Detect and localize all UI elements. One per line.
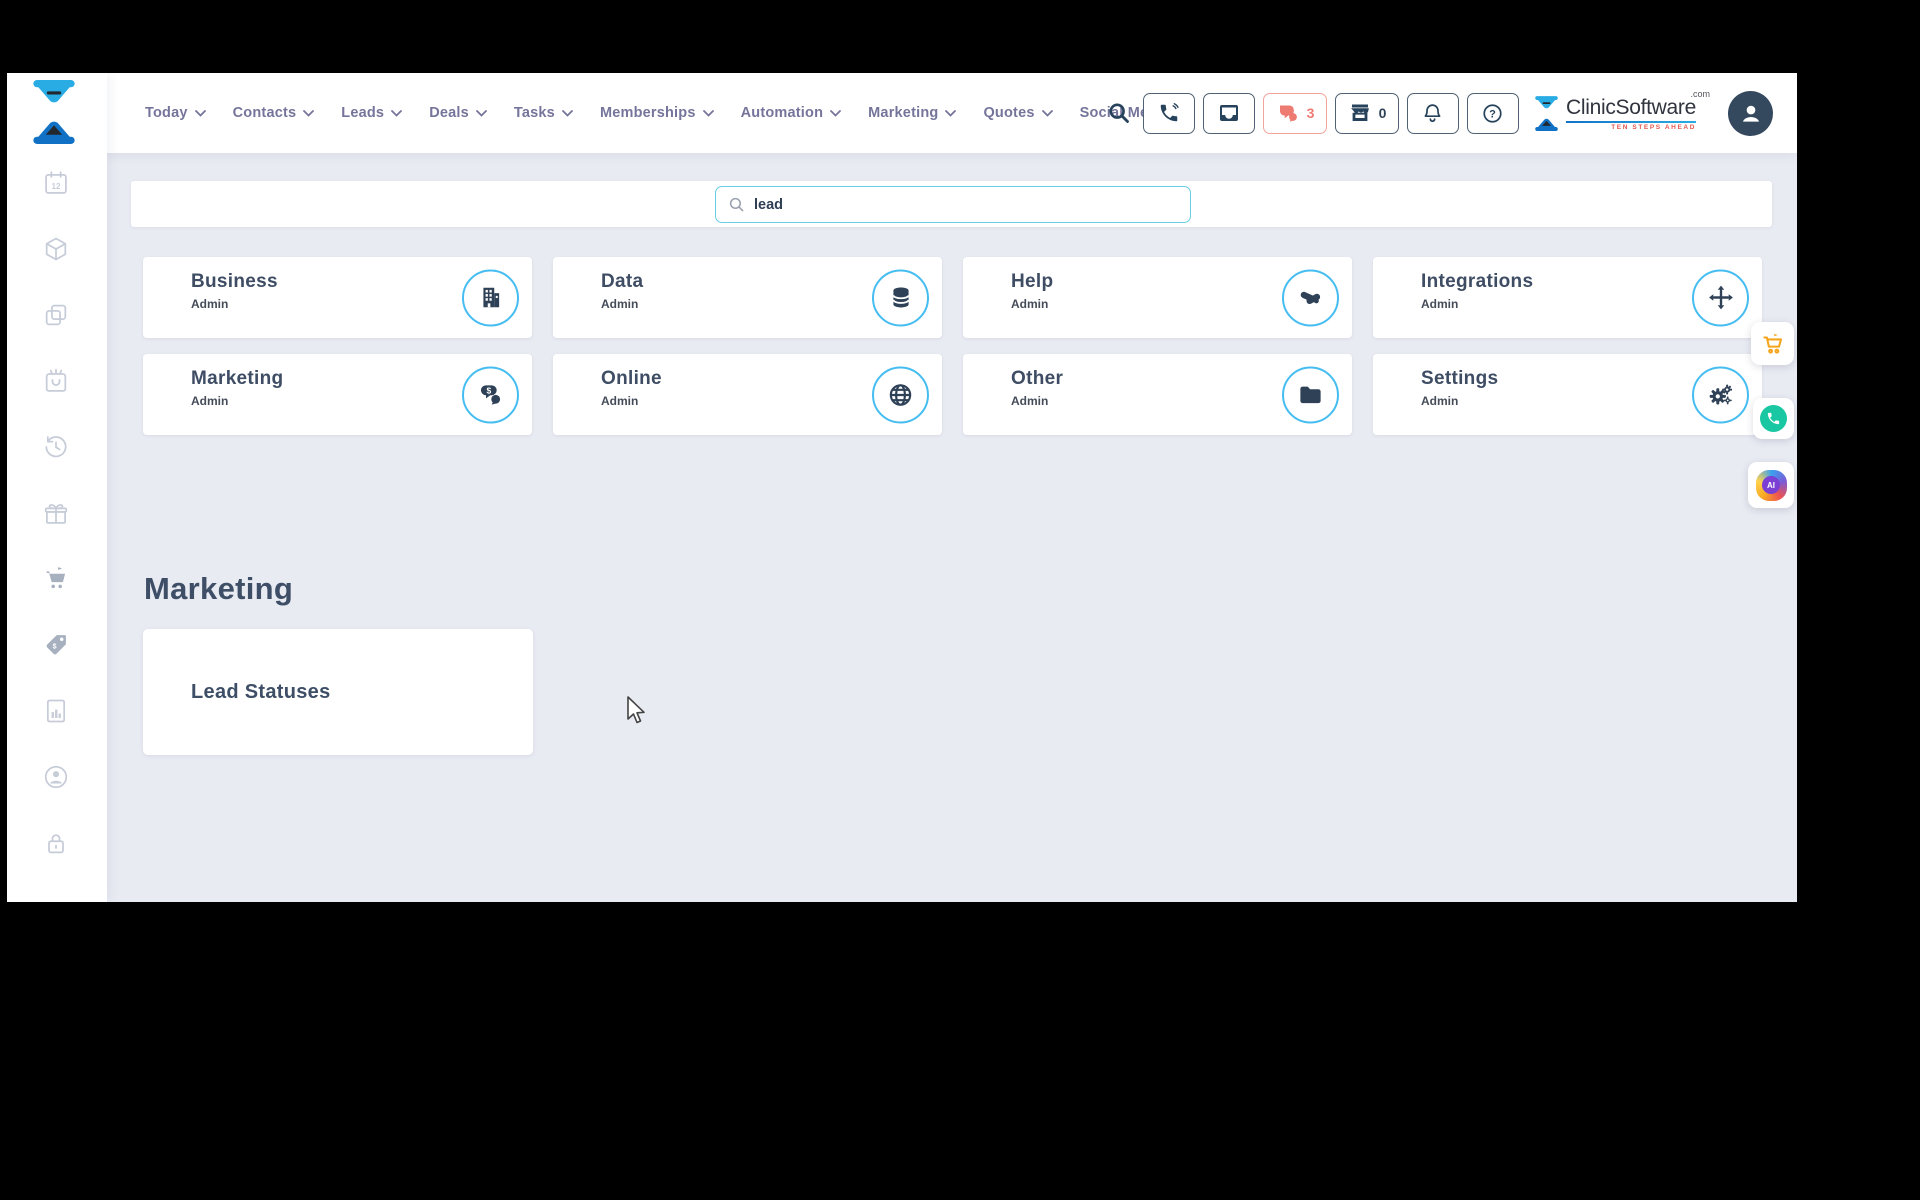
database-icon bbox=[891, 287, 910, 308]
lead-statuses-card[interactable]: Lead Statuses bbox=[143, 629, 533, 755]
mouse-cursor bbox=[627, 696, 645, 724]
move-arrows-icon bbox=[1708, 285, 1733, 310]
card-online[interactable]: Online Admin bbox=[553, 354, 942, 435]
chevron-down-icon bbox=[702, 109, 714, 117]
whatsapp-widget-button[interactable] bbox=[1753, 398, 1794, 439]
chevron-down-icon bbox=[194, 109, 206, 117]
gears-icon bbox=[1709, 384, 1733, 404]
cart-icon[interactable] bbox=[40, 563, 72, 595]
card-business[interactable]: Business Admin bbox=[143, 257, 532, 338]
gift-icon[interactable] bbox=[40, 497, 72, 529]
copy-icon[interactable] bbox=[40, 299, 72, 331]
nav-item-leads[interactable]: Leads bbox=[341, 105, 403, 121]
ai-label: AI bbox=[1762, 476, 1780, 494]
chevron-down-icon bbox=[945, 109, 957, 117]
price-tags-icon[interactable]: $ bbox=[40, 629, 72, 661]
account-icon[interactable] bbox=[40, 761, 72, 793]
handshake-icon bbox=[1300, 291, 1321, 304]
calendar-12-icon[interactable]: 12 bbox=[40, 167, 72, 199]
order-calendar-icon[interactable] bbox=[40, 365, 72, 397]
card-other[interactable]: Other Admin bbox=[963, 354, 1352, 435]
card-marketing[interactable]: Marketing Admin $ bbox=[143, 354, 532, 435]
nav-item-quotes[interactable]: Quotes bbox=[983, 105, 1053, 121]
chevron-down-icon bbox=[830, 109, 842, 117]
building-icon bbox=[482, 287, 499, 308]
chat-count-badge: 3 bbox=[1306, 105, 1315, 121]
app-logo-hourglass bbox=[33, 80, 75, 144]
brand-logo[interactable]: ClinicSoftware .com TEN STEPS AHEAD bbox=[1533, 89, 1710, 132]
search-input[interactable] bbox=[754, 196, 1154, 213]
chat-icon bbox=[1279, 105, 1297, 122]
folder-icon bbox=[1300, 386, 1321, 403]
ai-widget-button[interactable]: AI bbox=[1748, 462, 1794, 508]
brand-tagline: TEN STEPS AHEAD bbox=[1611, 123, 1696, 131]
search-icon bbox=[729, 197, 744, 212]
nav-item-marketing[interactable]: Marketing bbox=[868, 105, 957, 121]
brand-underline bbox=[1565, 120, 1696, 123]
admin-cards-grid: Business Admin Data Admin Help Admin Int… bbox=[143, 257, 1763, 435]
section-title: Marketing bbox=[144, 571, 294, 606]
store-count-badge: 0 bbox=[1378, 105, 1387, 121]
chevron-down-icon bbox=[303, 109, 315, 117]
chevron-down-icon bbox=[562, 109, 573, 117]
inbox-icon bbox=[1219, 105, 1238, 121]
card-settings[interactable]: Settings Admin bbox=[1373, 354, 1762, 435]
app-window: Today Contacts Leads Deals Tasks Members… bbox=[7, 73, 1797, 902]
header-actions: 3 0 ? ClinicSoftware .com TEN STEPS AHEA… bbox=[1107, 73, 1773, 153]
package-icon[interactable] bbox=[40, 233, 72, 265]
top-nav-bar: Today Contacts Leads Deals Tasks Members… bbox=[7, 73, 1797, 153]
nav-item-tasks[interactable]: Tasks bbox=[514, 105, 573, 121]
nav-item-memberships[interactable]: Memberships bbox=[600, 105, 714, 121]
svg-text:$: $ bbox=[486, 385, 491, 395]
notifications-button[interactable] bbox=[1406, 92, 1459, 134]
chevron-down-icon bbox=[475, 109, 487, 117]
help-icon: ? bbox=[1483, 103, 1503, 123]
hourglass-logo-icon bbox=[1535, 95, 1558, 131]
whatsapp-icon bbox=[1760, 405, 1787, 432]
phone-button[interactable] bbox=[1142, 92, 1195, 134]
left-sidebar: 12 $ bbox=[7, 73, 107, 902]
brand-tld: .com bbox=[1690, 88, 1710, 99]
search-icon[interactable] bbox=[1107, 101, 1131, 125]
card-integrations[interactable]: Integrations Admin bbox=[1373, 257, 1762, 338]
search-toolbar bbox=[131, 181, 1772, 227]
user-avatar[interactable] bbox=[1728, 90, 1773, 136]
svg-text:$: $ bbox=[53, 644, 57, 651]
money-chat-icon: $ bbox=[480, 384, 501, 405]
user-icon bbox=[1742, 105, 1759, 122]
card-help[interactable]: Help Admin bbox=[963, 257, 1352, 338]
brand-name: ClinicSoftware bbox=[1565, 95, 1696, 119]
content-area: Business Admin Data Admin Help Admin bbox=[107, 153, 1797, 902]
chevron-down-icon bbox=[391, 109, 403, 117]
globe-icon bbox=[889, 383, 912, 406]
history-icon[interactable] bbox=[40, 431, 72, 463]
bell-icon bbox=[1425, 103, 1441, 122]
nav-item-today[interactable]: Today bbox=[145, 105, 206, 121]
ai-icon: AI bbox=[1755, 469, 1787, 501]
cart-widget-button[interactable] bbox=[1751, 322, 1794, 365]
phone-icon bbox=[1160, 103, 1179, 122]
report-icon[interactable] bbox=[40, 695, 72, 727]
nav-item-contacts[interactable]: Contacts bbox=[233, 105, 315, 121]
card-data[interactable]: Data Admin bbox=[553, 257, 942, 338]
module-search-box[interactable] bbox=[715, 186, 1191, 223]
store-icon bbox=[1350, 104, 1369, 121]
nav-item-automation[interactable]: Automation bbox=[741, 105, 842, 121]
svg-text:12: 12 bbox=[51, 182, 61, 191]
chevron-down-icon bbox=[1041, 109, 1053, 117]
svg-text:?: ? bbox=[1490, 108, 1497, 120]
store-button[interactable]: 0 bbox=[1334, 92, 1399, 134]
chat-button[interactable]: 3 bbox=[1262, 92, 1327, 134]
help-button[interactable]: ? bbox=[1466, 92, 1519, 134]
lock-icon[interactable] bbox=[40, 827, 72, 859]
inbox-button[interactable] bbox=[1202, 92, 1255, 134]
main-nav: Today Contacts Leads Deals Tasks Members… bbox=[145, 73, 1170, 153]
cart-icon bbox=[1762, 333, 1782, 354]
nav-item-deals[interactable]: Deals bbox=[429, 105, 487, 121]
